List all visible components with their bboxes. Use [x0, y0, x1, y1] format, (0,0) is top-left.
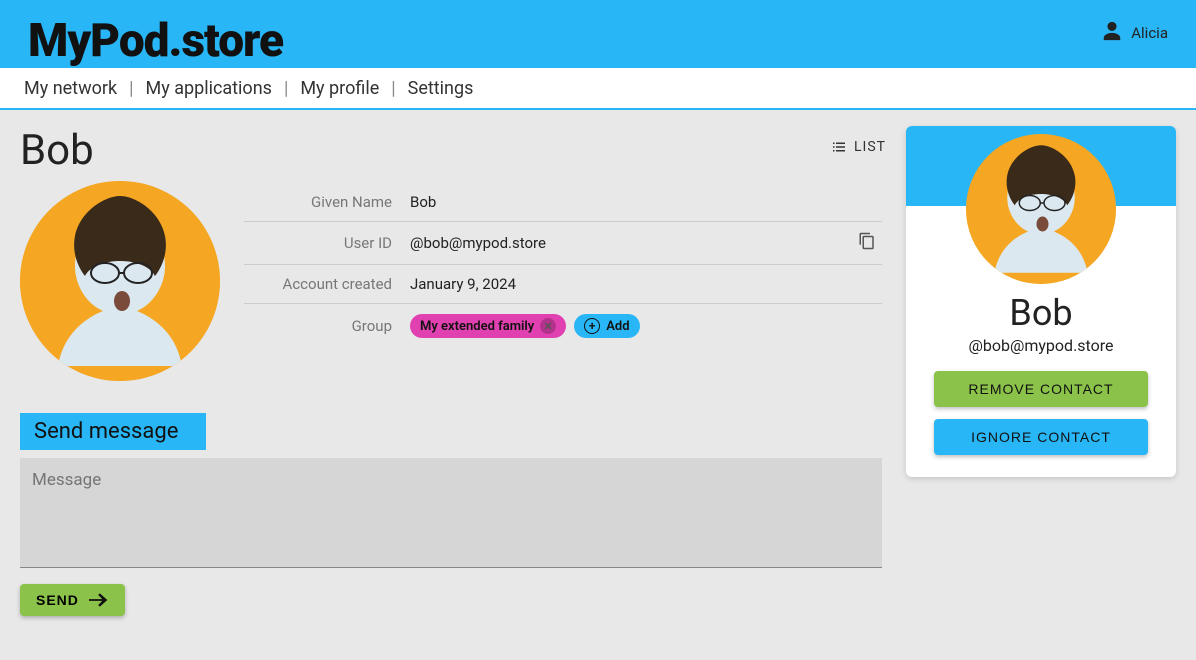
send-icon [89, 593, 109, 607]
nav-my-applications[interactable]: My applications [146, 78, 272, 99]
nav-settings[interactable]: Settings [408, 78, 474, 99]
group-chip[interactable]: My extended family ✕ [410, 314, 566, 338]
list-icon [830, 138, 848, 156]
plus-icon: + [584, 318, 600, 334]
contact-card: Bob @bob@mypod.store REMOVE CONTACT IGNO… [906, 126, 1176, 477]
card-header [906, 126, 1176, 206]
profile-info-table: Given Name Bob User ID @bob@mypod.store … [244, 183, 882, 381]
user-id-value: @bob@mypod.store [410, 234, 546, 252]
user-name: Alicia [1131, 24, 1168, 42]
remove-chip-icon[interactable]: ✕ [540, 318, 556, 334]
main-nav: My network | My applications | My profil… [0, 68, 1196, 110]
row-given-name: Given Name Bob [244, 183, 882, 222]
send-message-header: Send message [20, 413, 206, 450]
given-name-value: Bob [410, 193, 876, 211]
copy-icon[interactable] [858, 232, 876, 254]
row-user-id: User ID @bob@mypod.store [244, 222, 882, 265]
card-name: Bob [922, 292, 1160, 334]
row-group: Group My extended family ✕ + Add [244, 304, 882, 348]
account-icon [1101, 20, 1123, 46]
avatar-large [20, 181, 220, 381]
message-input[interactable] [20, 458, 882, 568]
add-group-chip[interactable]: + Add [574, 314, 639, 338]
ignore-contact-button[interactable]: IGNORE CONTACT [934, 419, 1148, 455]
nav-my-network[interactable]: My network [24, 78, 117, 99]
user-menu[interactable]: Alicia [1101, 0, 1168, 46]
nav-my-profile[interactable]: My profile [300, 78, 379, 99]
avatar-small [966, 134, 1116, 284]
account-created-value: January 9, 2024 [410, 275, 876, 293]
topbar: MyPod.store Alicia [0, 0, 1196, 68]
page-title: Bob [20, 126, 882, 175]
row-account-created: Account created January 9, 2024 [244, 265, 882, 304]
card-id: @bob@mypod.store [922, 336, 1160, 355]
remove-contact-button[interactable]: REMOVE CONTACT [934, 371, 1148, 407]
list-link[interactable]: LIST [830, 138, 886, 156]
send-button[interactable]: SEND [20, 584, 125, 616]
site-logo[interactable]: MyPod.store [28, 0, 283, 64]
